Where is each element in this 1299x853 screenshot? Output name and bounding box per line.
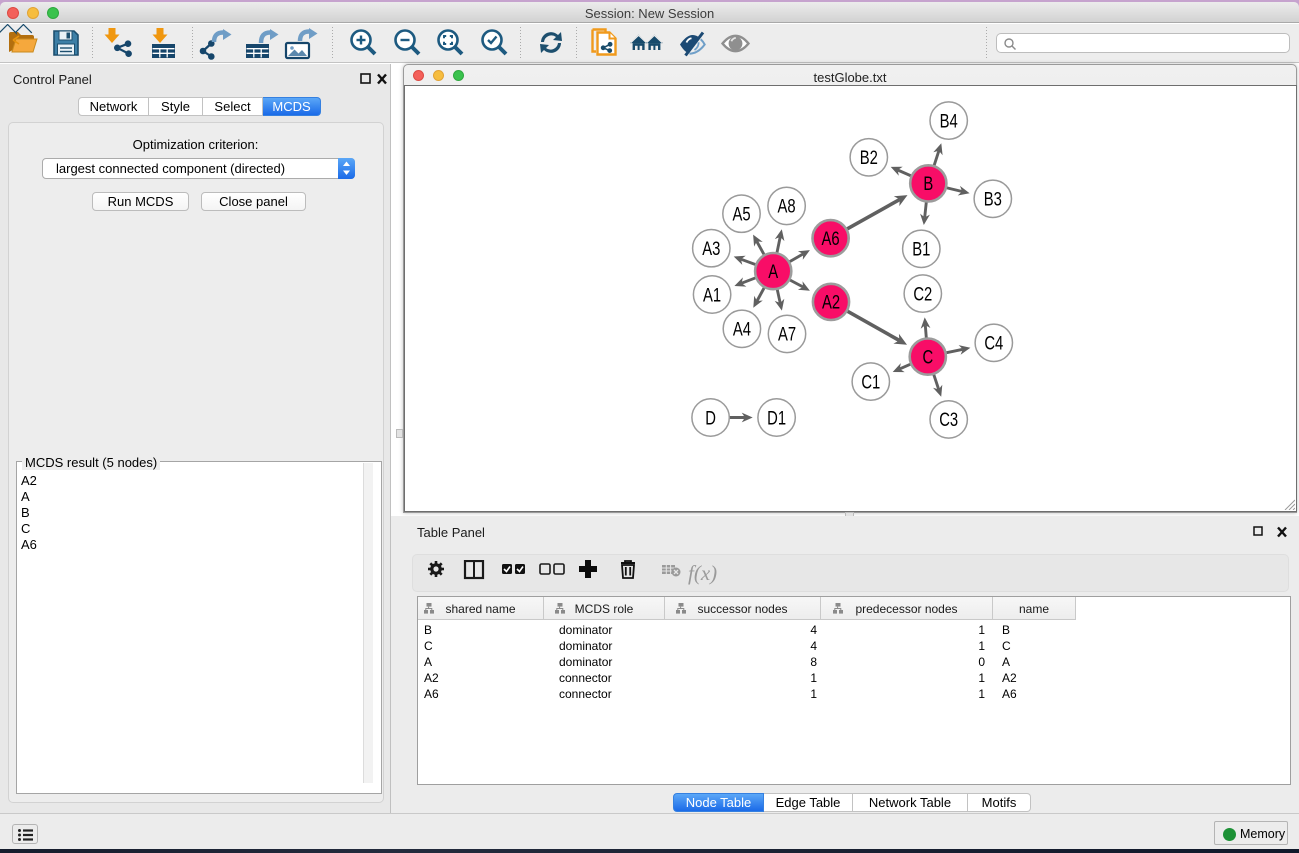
svg-text:C4: C4 xyxy=(984,333,1003,354)
svg-text:A8: A8 xyxy=(778,196,796,217)
svg-text:f(x): f(x) xyxy=(688,561,717,585)
svg-text:C2: C2 xyxy=(913,284,932,305)
svg-text:D1: D1 xyxy=(767,408,786,429)
svg-text:C3: C3 xyxy=(939,409,958,430)
svg-text:A1: A1 xyxy=(703,285,721,306)
svg-text:B4: B4 xyxy=(940,111,958,132)
svg-text:B: B xyxy=(923,173,933,194)
svg-text:C: C xyxy=(922,347,933,368)
svg-text:B2: B2 xyxy=(860,147,878,168)
svg-text:A2: A2 xyxy=(822,292,840,313)
svg-text:A: A xyxy=(768,261,778,282)
svg-text:A3: A3 xyxy=(702,238,720,259)
svg-text:D: D xyxy=(705,408,716,429)
svg-text:C1: C1 xyxy=(861,372,880,393)
svg-text:A5: A5 xyxy=(732,204,750,225)
svg-text:B3: B3 xyxy=(984,189,1002,210)
svg-text:B1: B1 xyxy=(912,239,930,260)
svg-text:A6: A6 xyxy=(822,228,840,249)
svg-text:A7: A7 xyxy=(778,324,796,345)
svg-text:A4: A4 xyxy=(733,319,751,340)
